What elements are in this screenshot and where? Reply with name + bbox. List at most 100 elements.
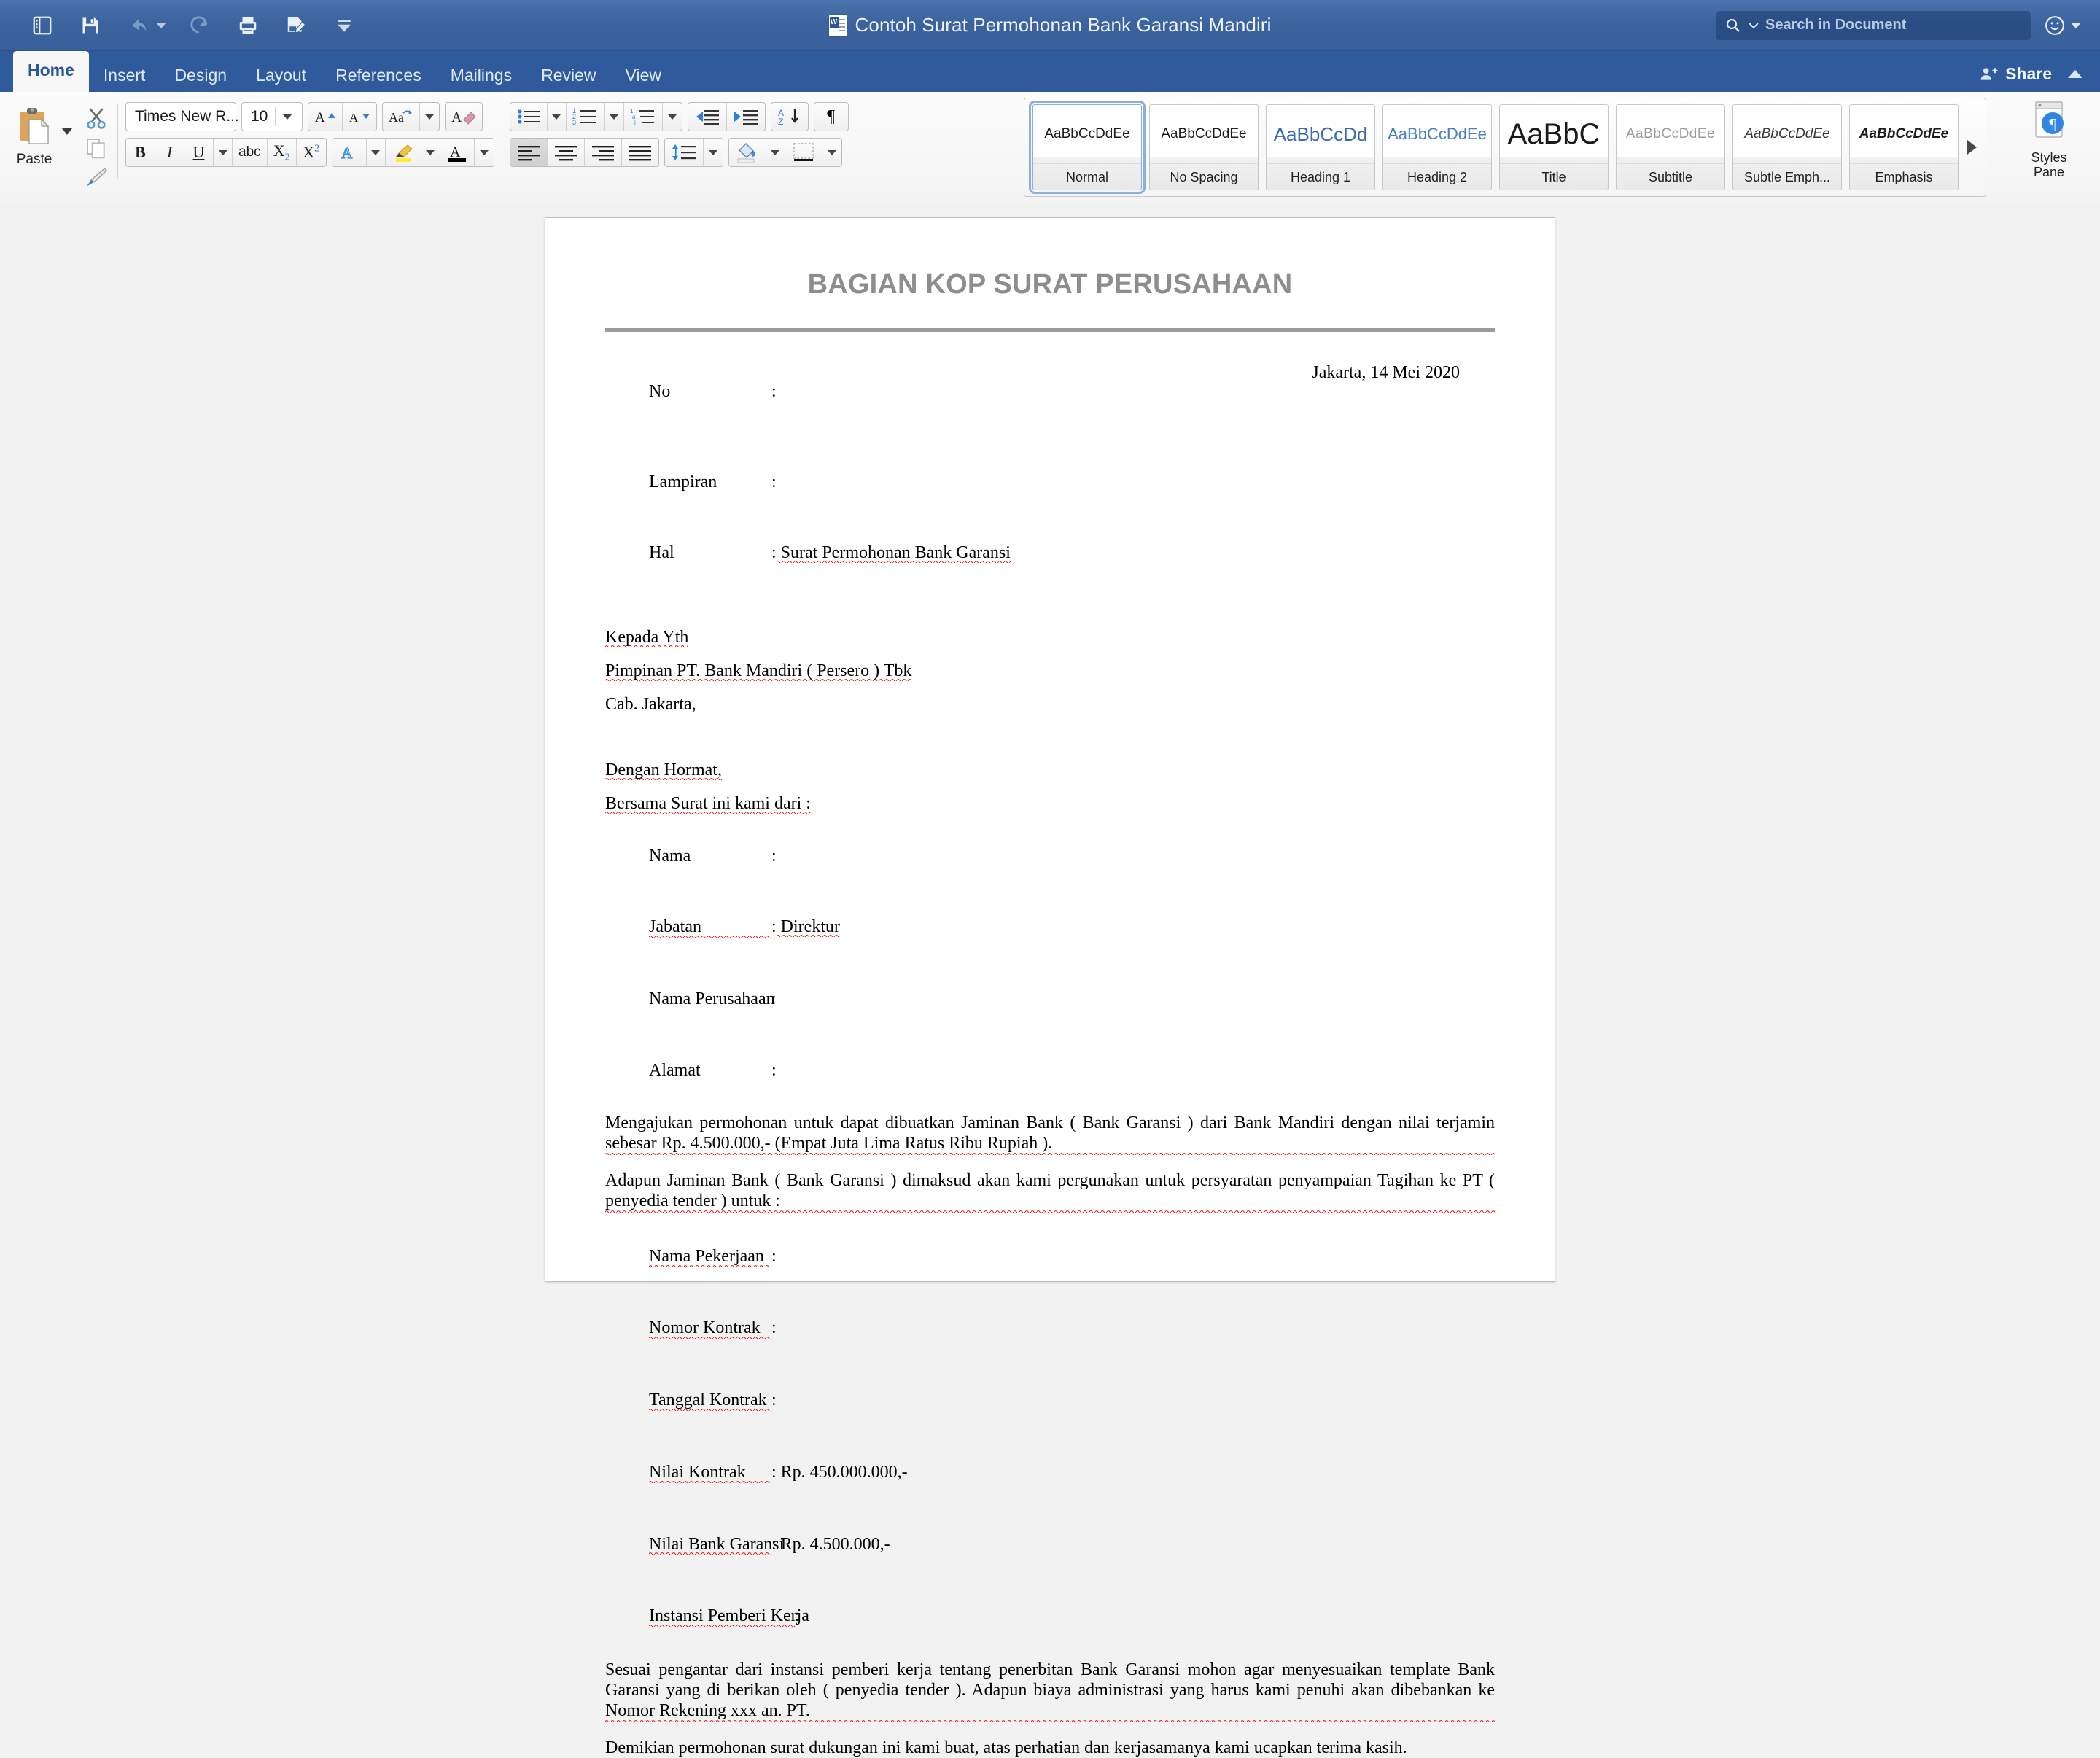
redo-icon[interactable] [185,11,214,40]
style-title[interactable]: AaBbC Title [1499,104,1609,190]
style-heading-1[interactable]: AaBbCcDd Heading 1 [1266,104,1375,190]
cut-button[interactable] [82,105,110,131]
bullets-caret[interactable] [548,103,567,131]
superscript-button[interactable]: X2 [297,139,326,166]
underline-caret[interactable] [214,139,233,166]
bold-button[interactable]: B [126,139,155,166]
underline-button[interactable]: U [184,139,214,166]
format-painter-button[interactable] [82,165,110,191]
styles-gallery-more-button[interactable] [1962,101,1981,193]
letterhead-heading: BAGIAN KOP SURAT PERUSAHAAN [605,269,1495,300]
decrease-indent-button[interactable] [688,103,727,131]
shrink-font-button[interactable]: A [343,103,376,131]
clear-formatting-button[interactable]: A [445,102,483,131]
collapse-ribbon-icon[interactable] [2068,70,2082,78]
change-case-button[interactable]: Aa [383,103,420,131]
style-no-spacing[interactable]: AaBbCcDdEe No Spacing [1149,104,1259,190]
undo-button-group[interactable] [124,11,166,40]
paste-dropdown-caret[interactable] [62,128,72,135]
paragraph-1: Mengajukan permohonan untuk dapat dibuat… [605,1113,1495,1155]
change-case-caret[interactable] [420,103,439,131]
sidebar-toggle-icon[interactable] [28,11,57,40]
tab-home[interactable]: Home [13,51,89,92]
tab-layout[interactable]: Layout [241,58,321,92]
style-name-no-spacing: No Spacing [1150,163,1258,190]
shading-button[interactable] [729,139,766,166]
font-color-button[interactable]: A [440,139,475,166]
document-page[interactable]: BAGIAN KOP SURAT PERUSAHAAN No: Jakarta,… [545,217,1555,1282]
document-canvas[interactable]: BAGIAN KOP SURAT PERUSAHAAN No: Jakarta,… [0,203,2100,1251]
svg-text:Z: Z [778,117,783,126]
subscript-button[interactable]: X2 [268,139,297,166]
feedback-button[interactable] [2044,15,2081,36]
field-label-nomor-kontrak: Nomor Kontrak [649,1319,771,1339]
style-normal[interactable]: AaBbCcDdEe Normal [1032,104,1142,190]
svg-text:A: A [451,109,462,125]
style-preview-title: AaBbC [1500,105,1608,163]
styles-pane-button[interactable]: ¶ Styles Pane [2014,101,2084,179]
style-emphasis[interactable]: AaBbCcDdEe Emphasis [1849,104,1959,190]
copy-button[interactable] [82,135,110,161]
align-center-button[interactable] [548,139,585,166]
tab-review[interactable]: Review [526,58,610,92]
bullets-button[interactable] [510,103,548,131]
show-formatting-button[interactable]: ¶ [814,102,849,131]
numbering-button[interactable]: 123 [567,103,605,131]
highlight-caret[interactable] [421,139,440,166]
tab-mailings[interactable]: Mailings [436,58,526,92]
feedback-caret-icon[interactable] [2071,23,2081,28]
align-left-icon [516,144,541,161]
increase-indent-button[interactable] [727,103,765,131]
sort-button[interactable]: AZ [771,102,809,131]
italic-button[interactable]: I [155,139,184,166]
paste-button[interactable]: Paste [10,101,58,191]
highlight-button[interactable] [386,139,421,166]
text-effects-button[interactable]: A [332,139,367,166]
share-button[interactable]: Share [1979,64,2052,84]
search-input[interactable]: Search in Document [1716,11,2031,40]
clipboard-group: Paste [0,92,125,203]
align-left-button[interactable] [510,139,548,166]
page-content[interactable]: BAGIAN KOP SURAT PERUSAHAAN No: Jakarta,… [545,218,1555,1758]
field-row-nama: Nama: [605,828,1495,885]
print-icon[interactable] [233,11,262,40]
style-subtle-emphasis[interactable]: AaBbCcDdEe Subtle Emph... [1732,104,1842,190]
line-spacing-button[interactable] [665,139,704,166]
text-effects-group: A A [332,138,494,167]
tab-references[interactable]: References [321,58,436,92]
strikethrough-button[interactable]: abc [233,139,268,166]
font-size-caret-icon[interactable] [282,114,292,120]
tab-insert[interactable]: Insert [89,58,160,92]
track-changes-icon[interactable] [281,11,311,40]
style-subtitle[interactable]: AaBbCcDdEe Subtitle [1616,104,1725,190]
save-icon[interactable] [76,11,105,40]
tab-view[interactable]: View [611,58,676,92]
align-right-button[interactable] [585,139,622,166]
numbering-caret[interactable] [605,103,624,131]
font-size-combo[interactable]: 10 [241,102,303,131]
customize-toolbar-icon[interactable] [330,11,359,40]
line-spacing-caret[interactable] [704,139,723,166]
borders-button[interactable] [785,139,822,166]
multilevel-list-button[interactable]: 1ai [624,103,663,131]
font-color-caret[interactable] [475,139,494,166]
multilevel-list-caret[interactable] [663,103,682,131]
letter-body: No: Jakarta, 14 Mei 2020 Lampiran: Hal: … [605,364,1495,1758]
tab-design[interactable]: Design [160,58,241,92]
undo-icon[interactable] [124,11,153,40]
scissors-icon [84,106,109,131]
line-spacing-group [664,138,723,167]
shading-caret[interactable] [766,139,785,166]
justify-button[interactable] [622,139,658,166]
addressee-line-2: Pimpinan PT. Bank Mandiri ( Persero ) Tb… [605,662,1495,681]
font-family-combo[interactable]: Times New R... [125,102,236,131]
borders-caret[interactable] [822,139,841,166]
style-heading-2[interactable]: AaBbCcDdEe Heading 2 [1382,104,1492,190]
text-effects-caret[interactable] [367,139,386,166]
undo-dropdown-caret[interactable] [156,23,166,28]
svg-text:Aa: Aa [389,110,404,125]
addressee-line-3: Cab. Jakarta, [605,696,1495,715]
grow-font-button[interactable]: A [308,103,343,131]
field-value-jabatan: Direktur [777,917,840,937]
ribbon-tabs: Home Insert Design Layout References Mai… [0,51,2100,92]
